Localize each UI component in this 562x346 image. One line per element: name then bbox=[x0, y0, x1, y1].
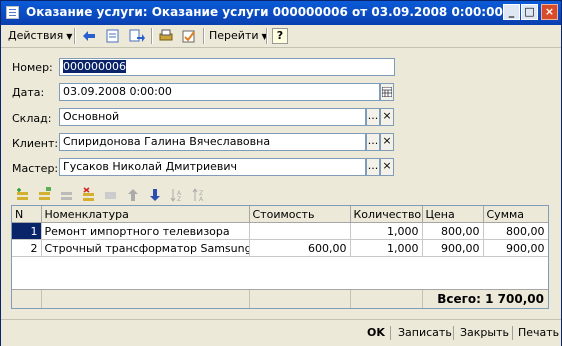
table-footer: Всего: 1 700,00 bbox=[12, 289, 548, 308]
form-toolbar: Действия ▼ Перейти ▼ ? bbox=[1, 25, 561, 48]
column-header-n[interactable]: N bbox=[12, 206, 42, 223]
client-clear-button[interactable]: × bbox=[380, 133, 394, 151]
footer-cell bbox=[350, 290, 423, 308]
document-icon[interactable] bbox=[105, 28, 121, 44]
actions-menu-label: Действия bbox=[8, 29, 64, 42]
date-field[interactable]: 03.09.2008 0:00:00 bbox=[59, 83, 380, 101]
sort-descending-icon[interactable]: ZA bbox=[191, 187, 207, 203]
close-button[interactable]: Закрыть bbox=[460, 326, 509, 339]
table-header-row: N Номенклатура Стоимость Количество Цена… bbox=[12, 206, 548, 223]
client-field[interactable]: Спиридонова Галина Вячеславовна bbox=[59, 133, 366, 151]
warehouse-label: Склад: bbox=[12, 112, 52, 125]
number-label: Номер: bbox=[12, 61, 53, 74]
total-label: Всего: bbox=[437, 292, 481, 306]
document-window-icon bbox=[6, 6, 19, 19]
toolbar-separator bbox=[203, 28, 205, 44]
svg-text:Z: Z bbox=[177, 196, 181, 203]
total-value: 1 700,00 bbox=[485, 292, 544, 306]
warehouse-field[interactable]: Основной bbox=[59, 108, 366, 126]
services-table[interactable]: N Номенклатура Стоимость Количество Цена… bbox=[11, 205, 549, 309]
amount-cell[interactable]: 800,00 bbox=[483, 222, 548, 240]
table-row[interactable]: 1 Ремонт импортного телевизора 1,000 800… bbox=[12, 222, 548, 240]
back-icon[interactable] bbox=[81, 28, 97, 44]
calendar-icon[interactable] bbox=[380, 83, 394, 101]
dropdown-arrow-icon: ▼ bbox=[66, 32, 73, 41]
end-edit-icon[interactable] bbox=[103, 187, 119, 203]
move-up-icon[interactable] bbox=[125, 187, 141, 203]
item-cell[interactable]: Ремонт импортного телевизора bbox=[41, 222, 250, 240]
quantity-cell[interactable]: 1,000 bbox=[350, 222, 423, 240]
edit-row-icon[interactable] bbox=[59, 187, 75, 203]
goto-menu-label: Перейти bbox=[209, 29, 259, 42]
cost-cell[interactable] bbox=[249, 222, 351, 240]
save-button[interactable]: Записать bbox=[398, 326, 452, 339]
price-cell[interactable]: 800,00 bbox=[422, 222, 484, 240]
number-value: 000000006 bbox=[63, 60, 126, 73]
column-header-cost[interactable]: Стоимость bbox=[249, 206, 351, 223]
master-clear-button[interactable]: × bbox=[380, 158, 394, 176]
title-bar[interactable]: Оказание услуги: Оказание услуги 0000000… bbox=[1, 1, 561, 25]
sort-ascending-icon[interactable]: AZ bbox=[169, 187, 185, 203]
actions-menu[interactable]: Действия ▼ bbox=[8, 29, 72, 42]
button-separator bbox=[390, 326, 391, 340]
column-header-amount[interactable]: Сумма bbox=[483, 206, 548, 223]
column-header-item[interactable]: Номенклатура bbox=[41, 206, 250, 223]
item-cell[interactable]: Строчный трансформатор Samsung bbox=[41, 239, 250, 257]
column-header-quantity[interactable]: Количество bbox=[350, 206, 423, 223]
toolbar-separator bbox=[74, 28, 76, 44]
bottom-button-bar: OK Записать Закрыть Печать bbox=[1, 319, 561, 346]
master-label: Мастер: bbox=[12, 162, 59, 175]
table-toolbar: AZ ZA bbox=[11, 185, 251, 205]
button-separator bbox=[453, 326, 454, 340]
copy-forward-icon[interactable] bbox=[129, 28, 145, 44]
post-icon[interactable] bbox=[181, 28, 197, 44]
client-select-button[interactable]: ... bbox=[366, 133, 380, 151]
row-number-cell[interactable]: 1 bbox=[12, 222, 42, 240]
amount-cell[interactable]: 900,00 bbox=[483, 239, 548, 257]
master-field[interactable]: Гусаков Николай Дмитриевич bbox=[59, 158, 366, 176]
goto-menu[interactable]: Перейти ▼ bbox=[209, 29, 268, 42]
help-button[interactable]: ? bbox=[272, 28, 288, 44]
column-header-price[interactable]: Цена bbox=[422, 206, 484, 223]
client-label: Клиент: bbox=[12, 137, 59, 150]
print-icon[interactable] bbox=[158, 28, 174, 44]
minimize-button[interactable]: _ bbox=[503, 4, 520, 20]
master-select-button[interactable]: ... bbox=[366, 158, 380, 176]
cost-cell[interactable]: 600,00 bbox=[249, 239, 351, 257]
warehouse-select-button[interactable]: ... bbox=[366, 108, 380, 126]
print-button[interactable]: Печать bbox=[518, 326, 559, 339]
total-summary: Всего: 1 700,00 bbox=[437, 292, 544, 306]
number-field[interactable]: 000000006 bbox=[59, 58, 395, 76]
table-row[interactable]: 2 Строчный трансформатор Samsung 600,00 … bbox=[12, 239, 548, 257]
quantity-cell[interactable]: 1,000 bbox=[350, 239, 423, 257]
price-cell[interactable]: 900,00 bbox=[422, 239, 484, 257]
date-label: Дата: bbox=[12, 86, 45, 99]
maximize-button[interactable]: □ bbox=[521, 4, 538, 20]
button-separator bbox=[512, 326, 513, 340]
footer-cell bbox=[12, 290, 42, 308]
warehouse-clear-button[interactable]: × bbox=[380, 108, 394, 126]
service-form-window: Оказание услуги: Оказание услуги 0000000… bbox=[0, 0, 562, 346]
svg-text:A: A bbox=[199, 196, 204, 203]
copy-row-icon[interactable] bbox=[37, 187, 53, 203]
close-window-button[interactable]: × bbox=[541, 4, 558, 20]
window-title: Оказание услуги: Оказание услуги 0000000… bbox=[26, 5, 503, 19]
ok-button[interactable]: OK bbox=[367, 326, 385, 339]
toolbar-separator bbox=[151, 28, 153, 44]
footer-cell bbox=[249, 290, 351, 308]
move-down-icon[interactable] bbox=[147, 187, 163, 203]
row-number-cell[interactable]: 2 bbox=[12, 239, 42, 257]
footer-cell bbox=[41, 290, 250, 308]
toolbar-separator bbox=[266, 28, 268, 44]
add-row-icon[interactable] bbox=[15, 187, 31, 203]
delete-row-icon[interactable] bbox=[81, 187, 97, 203]
